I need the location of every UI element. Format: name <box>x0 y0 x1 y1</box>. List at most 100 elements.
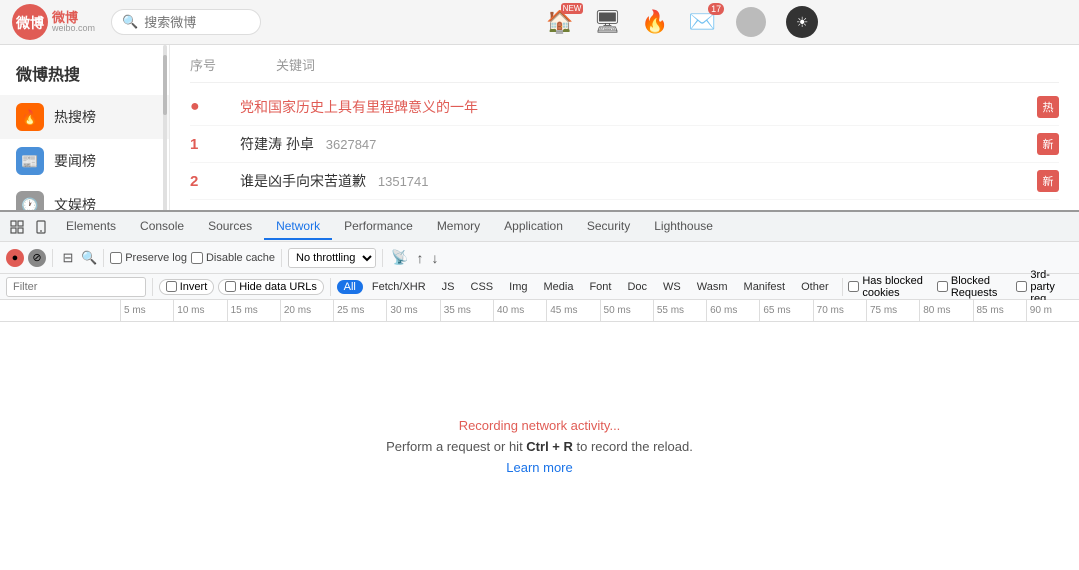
search-bar[interactable]: 🔍 <box>111 9 261 35</box>
table-row: ● 党和国家历史上具有里程碑意义的一年 热 <box>190 89 1059 126</box>
devtools-tabs: Elements Console Sources Network Perform… <box>54 214 1073 240</box>
invert-checkbox[interactable]: Invert <box>159 279 215 295</box>
type-font[interactable]: Font <box>582 280 618 294</box>
ruler-mark: 40 ms <box>493 300 546 322</box>
keyword-link[interactable]: 党和国家历史上具有里程碑意义的一年 <box>240 99 478 115</box>
disable-cache-checkbox[interactable] <box>191 252 203 264</box>
sidebar-item-news[interactable]: 📰 要闻榜 <box>0 139 169 183</box>
tab-sources[interactable]: Sources <box>196 214 264 240</box>
ruler-mark: 25 ms <box>333 300 386 322</box>
dark-mode-toggle[interactable]: ☀ <box>786 6 818 38</box>
type-js[interactable]: JS <box>435 280 462 294</box>
type-manifest[interactable]: Manifest <box>737 280 793 294</box>
blocked-cookies-checkbox[interactable]: Has blocked cookies <box>848 275 933 299</box>
ruler-mark: 50 ms <box>600 300 653 322</box>
throttling-select[interactable]: No throttling <box>288 248 376 268</box>
table-header: 序号 关键词 <box>190 55 1059 83</box>
search-icon: 🔍 <box>122 14 138 30</box>
sidebar-item-label-news: 要闻榜 <box>54 151 96 171</box>
ruler-mark: 85 ms <box>973 300 1026 322</box>
download-icon[interactable]: ↓ <box>429 250 440 266</box>
tab-elements[interactable]: Elements <box>54 214 128 240</box>
keyword-text-span: 谁是凶手向宋苦道歉 <box>240 173 366 189</box>
ruler-mark: 80 ms <box>919 300 972 322</box>
ruler-mark: 65 ms <box>759 300 812 322</box>
search-network-icon[interactable]: 🔍 <box>81 250 97 266</box>
learn-more-link[interactable]: Learn more <box>506 460 572 475</box>
blocked-cookies-check[interactable] <box>848 281 859 292</box>
blocked-requests-checkbox[interactable]: Blocked Requests <box>937 275 1013 299</box>
stop-button[interactable]: ⊘ <box>28 249 46 267</box>
hide-data-urls-label: Hide data URLs <box>239 281 317 293</box>
preserve-log-checkbox[interactable] <box>110 252 122 264</box>
search-input[interactable] <box>144 15 254 30</box>
tab-performance[interactable]: Performance <box>332 214 425 240</box>
separator <box>330 278 331 296</box>
third-party-check[interactable] <box>1016 281 1027 292</box>
nav-mail[interactable]: ✉️ 17 <box>689 9 716 35</box>
inspect-icon[interactable] <box>6 216 28 238</box>
blocked-cookies-label: Has blocked cookies <box>862 275 933 299</box>
offline-icon[interactable]: 📡 <box>389 249 410 266</box>
weibo-logo: 微博 <box>12 4 48 40</box>
rank-number: 1 <box>190 136 240 153</box>
type-all[interactable]: All <box>337 280 363 294</box>
table-row: 2 谁是凶手向宋苦道歉 1351741 新 <box>190 163 1059 200</box>
hide-data-urls-checkbox[interactable]: Hide data URLs <box>218 279 324 295</box>
disable-cache-label[interactable]: Disable cache <box>191 252 275 264</box>
blocked-requests-check[interactable] <box>937 281 948 292</box>
separator <box>842 278 843 296</box>
table-row: 1 符建涛 孙卓 3627847 新 <box>190 126 1059 163</box>
ruler-mark: 15 ms <box>227 300 280 322</box>
type-ws[interactable]: WS <box>656 280 688 294</box>
tab-memory[interactable]: Memory <box>425 214 492 240</box>
network-toolbar: ● ⊘ ⊟ 🔍 Preserve log Disable cache No th… <box>0 242 1079 274</box>
type-doc[interactable]: Doc <box>620 280 654 294</box>
type-img[interactable]: Img <box>502 280 534 294</box>
type-media[interactable]: Media <box>536 280 580 294</box>
timeline-ruler: 5 ms 10 ms 15 ms 20 ms 25 ms 30 ms 35 ms… <box>0 300 1079 322</box>
device-toolbar-icon[interactable] <box>30 216 52 238</box>
preserve-log-label[interactable]: Preserve log <box>110 252 187 264</box>
keyword-count: 1351741 <box>378 174 429 189</box>
devtools-topbar: Elements Console Sources Network Perform… <box>0 212 1079 242</box>
ruler-mark: 30 ms <box>386 300 439 322</box>
type-filter-chips: All Fetch/XHR JS CSS Img Media Font Doc … <box>337 280 836 294</box>
nav-icons: 🏠 NEW 🖥 🔥 ✉️ 17 ☀ <box>297 6 1067 38</box>
browser-bar: 微博 微博 weibo.com 🔍 🏠 NEW 🖥 🔥 ✉️ 17 ☀ <box>0 0 1079 45</box>
blocked-requests-label: Blocked Requests <box>951 275 1013 299</box>
new-badge: NEW <box>561 3 584 14</box>
type-other[interactable]: Other <box>794 280 836 294</box>
logo: 微博 微博 weibo.com <box>12 4 95 40</box>
filter-input[interactable] <box>6 277 146 297</box>
new-tag: 新 <box>1037 170 1059 192</box>
ruler-mark: 55 ms <box>653 300 706 322</box>
separator <box>52 249 53 267</box>
filter-bar: Invert Hide data URLs All Fetch/XHR JS C… <box>0 274 1079 300</box>
rank-number: 2 <box>190 173 240 190</box>
tab-network[interactable]: Network <box>264 214 332 240</box>
nav-home[interactable]: 🏠 NEW <box>546 9 573 35</box>
ruler-mark: 75 ms <box>866 300 919 322</box>
ruler-mark: 5 ms <box>120 300 173 322</box>
hide-data-urls-check[interactable] <box>225 281 236 292</box>
user-avatar[interactable] <box>736 7 766 37</box>
filter-icon[interactable]: ⊟ <box>59 249 77 267</box>
ruler-mark: 10 ms <box>173 300 226 322</box>
invert-check[interactable] <box>166 281 177 292</box>
record-button[interactable]: ● <box>6 249 24 267</box>
nav-fire[interactable]: 🔥 <box>641 9 668 35</box>
tab-security[interactable]: Security <box>575 214 642 240</box>
nav-video[interactable]: 🖥 <box>593 9 621 35</box>
tab-application[interactable]: Application <box>492 214 575 240</box>
sidebar-item-hot[interactable]: 🔥 热搜榜 <box>0 95 169 139</box>
upload-icon[interactable]: ↑ <box>414 250 425 266</box>
keyword-count: 3627847 <box>326 137 377 152</box>
type-css[interactable]: CSS <box>464 280 501 294</box>
tab-lighthouse[interactable]: Lighthouse <box>642 214 725 240</box>
keyword-cell: 党和国家历史上具有里程碑意义的一年 <box>240 97 1029 117</box>
type-wasm[interactable]: Wasm <box>690 280 735 294</box>
ruler-mark: 90 m <box>1026 300 1079 322</box>
tab-console[interactable]: Console <box>128 214 196 240</box>
type-fetch-xhr[interactable]: Fetch/XHR <box>365 280 433 294</box>
